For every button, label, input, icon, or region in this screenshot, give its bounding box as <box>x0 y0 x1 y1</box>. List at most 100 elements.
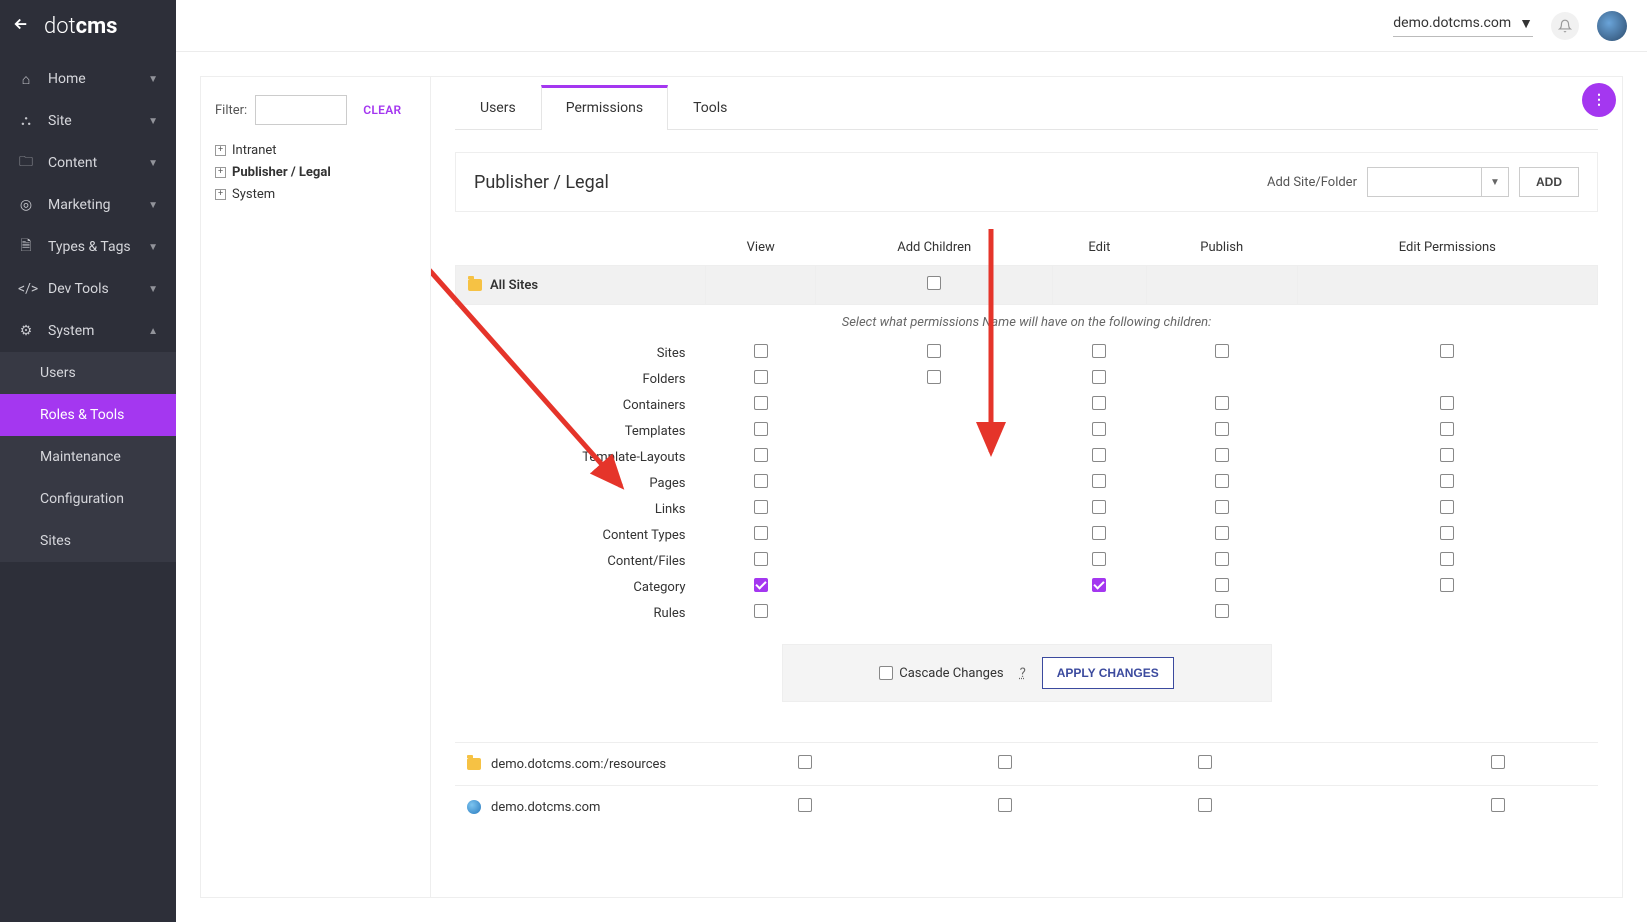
back-icon[interactable] <box>12 15 30 37</box>
nav-sub-configuration[interactable]: Configuration <box>0 478 176 520</box>
checkbox[interactable] <box>1092 370 1106 384</box>
nav-item-marketing[interactable]: ◎Marketing▼ <box>0 184 176 226</box>
checkbox[interactable] <box>1092 396 1106 410</box>
checkbox[interactable] <box>1092 448 1106 462</box>
checkbox[interactable] <box>879 666 893 680</box>
col-view: View <box>706 230 816 266</box>
checkbox[interactable] <box>1198 798 1212 812</box>
clear-button[interactable]: CLEAR <box>363 103 401 117</box>
checkbox[interactable] <box>927 344 941 358</box>
checkbox[interactable] <box>1440 578 1454 592</box>
expand-icon[interactable]: + <box>215 189 226 200</box>
checkbox[interactable] <box>754 526 768 540</box>
perm-row: Sites <box>456 340 1598 366</box>
nav-sub-users[interactable]: Users <box>0 352 176 394</box>
checkbox[interactable] <box>1491 798 1505 812</box>
checkbox[interactable] <box>754 422 768 436</box>
checkbox[interactable] <box>1198 755 1212 769</box>
checkbox[interactable] <box>1092 344 1106 358</box>
checkbox[interactable] <box>1215 500 1229 514</box>
checkbox[interactable] <box>1215 344 1229 358</box>
checkbox[interactable] <box>1491 755 1505 769</box>
checkbox[interactable] <box>927 370 941 384</box>
file-icon: 🗎 <box>18 235 34 259</box>
notifications-button[interactable] <box>1551 12 1579 40</box>
folder-icon <box>468 279 482 291</box>
checkbox[interactable] <box>927 276 941 290</box>
checkbox[interactable] <box>1440 526 1454 540</box>
checkbox[interactable] <box>1440 396 1454 410</box>
nav-item-home[interactable]: ⌂Home▼ <box>0 58 176 100</box>
checkbox[interactable] <box>754 344 768 358</box>
cascade-changes[interactable]: Cascade Changes <box>879 666 1003 681</box>
tree-item-system[interactable]: +System <box>215 183 416 205</box>
avatar[interactable] <box>1597 11 1627 41</box>
checkbox[interactable] <box>1440 422 1454 436</box>
checkbox[interactable] <box>1440 500 1454 514</box>
perm-row: Content Types <box>456 522 1598 548</box>
checkbox[interactable] <box>754 396 768 410</box>
checkbox[interactable] <box>1215 604 1229 618</box>
checkbox[interactable] <box>1215 448 1229 462</box>
checkbox[interactable] <box>1092 422 1106 436</box>
checkbox[interactable] <box>754 578 768 592</box>
checkbox[interactable] <box>754 500 768 514</box>
topbar: demo.dotcms.com ▼ <box>176 0 1647 52</box>
nav-item-site[interactable]: ⛬Site▼ <box>0 100 176 142</box>
tree-item-intranet[interactable]: +Intranet <box>215 139 416 161</box>
add-site-input[interactable] <box>1367 167 1481 197</box>
perm-row: Category <box>456 574 1598 600</box>
nav-item-types-tags[interactable]: 🗎Types & Tags▼ <box>0 226 176 268</box>
folder-icon <box>467 758 481 770</box>
checkbox[interactable] <box>798 755 812 769</box>
nav-sub-roles-tools[interactable]: Roles & Tools <box>0 394 176 436</box>
checkbox[interactable] <box>1092 500 1106 514</box>
nav-sub-sites[interactable]: Sites <box>0 520 176 562</box>
nav-item-content[interactable]: 🗀Content▼ <box>0 142 176 184</box>
site-dropdown[interactable]: demo.dotcms.com ▼ <box>1393 15 1533 37</box>
help-icon[interactable]: ? <box>1020 666 1026 681</box>
checkbox[interactable] <box>1092 526 1106 540</box>
checkbox[interactable] <box>1092 578 1106 592</box>
roles-tree: +Intranet +Publisher / Legal +System <box>215 139 416 205</box>
tab-tools[interactable]: Tools <box>668 85 752 130</box>
add-site-dropdown[interactable]: ▼ <box>1481 167 1509 197</box>
checkbox[interactable] <box>1440 552 1454 566</box>
tree-item-publisher-legal[interactable]: +Publisher / Legal <box>215 161 416 183</box>
checkbox[interactable] <box>754 552 768 566</box>
add-button[interactable]: ADD <box>1519 167 1579 197</box>
checkbox[interactable] <box>1215 422 1229 436</box>
roles-tree-pane: Filter: CLEAR +Intranet +Publisher / Leg… <box>201 77 431 897</box>
checkbox[interactable] <box>1215 526 1229 540</box>
checkbox[interactable] <box>1440 448 1454 462</box>
nav-item-system[interactable]: ⚙System▲ <box>0 310 176 352</box>
filter-input[interactable] <box>255 95 347 125</box>
checkbox[interactable] <box>998 755 1012 769</box>
checkbox[interactable] <box>1215 552 1229 566</box>
checkbox[interactable] <box>798 798 812 812</box>
apply-changes-button[interactable]: APPLY CHANGES <box>1042 657 1174 689</box>
nav-sub-maintenance[interactable]: Maintenance <box>0 436 176 478</box>
perm-row: Folders <box>456 366 1598 392</box>
checkbox[interactable] <box>754 370 768 384</box>
expand-icon[interactable]: + <box>215 167 226 178</box>
nav-item-devtools[interactable]: </>Dev Tools▼ <box>0 268 176 310</box>
checkbox[interactable] <box>1215 578 1229 592</box>
fab-button[interactable]: ⋮ <box>1582 83 1616 117</box>
expand-icon[interactable]: + <box>215 145 226 156</box>
globe-icon <box>467 800 481 814</box>
sitemap-icon: ⛬ <box>18 113 34 129</box>
checkbox[interactable] <box>1440 474 1454 488</box>
checkbox[interactable] <box>1215 396 1229 410</box>
tab-permissions[interactable]: Permissions <box>541 85 668 130</box>
tab-users[interactable]: Users <box>455 85 541 130</box>
checkbox[interactable] <box>1440 344 1454 358</box>
checkbox[interactable] <box>754 604 768 618</box>
checkbox[interactable] <box>754 474 768 488</box>
checkbox[interactable] <box>1215 474 1229 488</box>
checkbox[interactable] <box>754 448 768 462</box>
checkbox[interactable] <box>1092 552 1106 566</box>
checkbox[interactable] <box>1092 474 1106 488</box>
checkbox[interactable] <box>998 798 1012 812</box>
site-row-label: demo.dotcms.com <box>491 800 600 815</box>
